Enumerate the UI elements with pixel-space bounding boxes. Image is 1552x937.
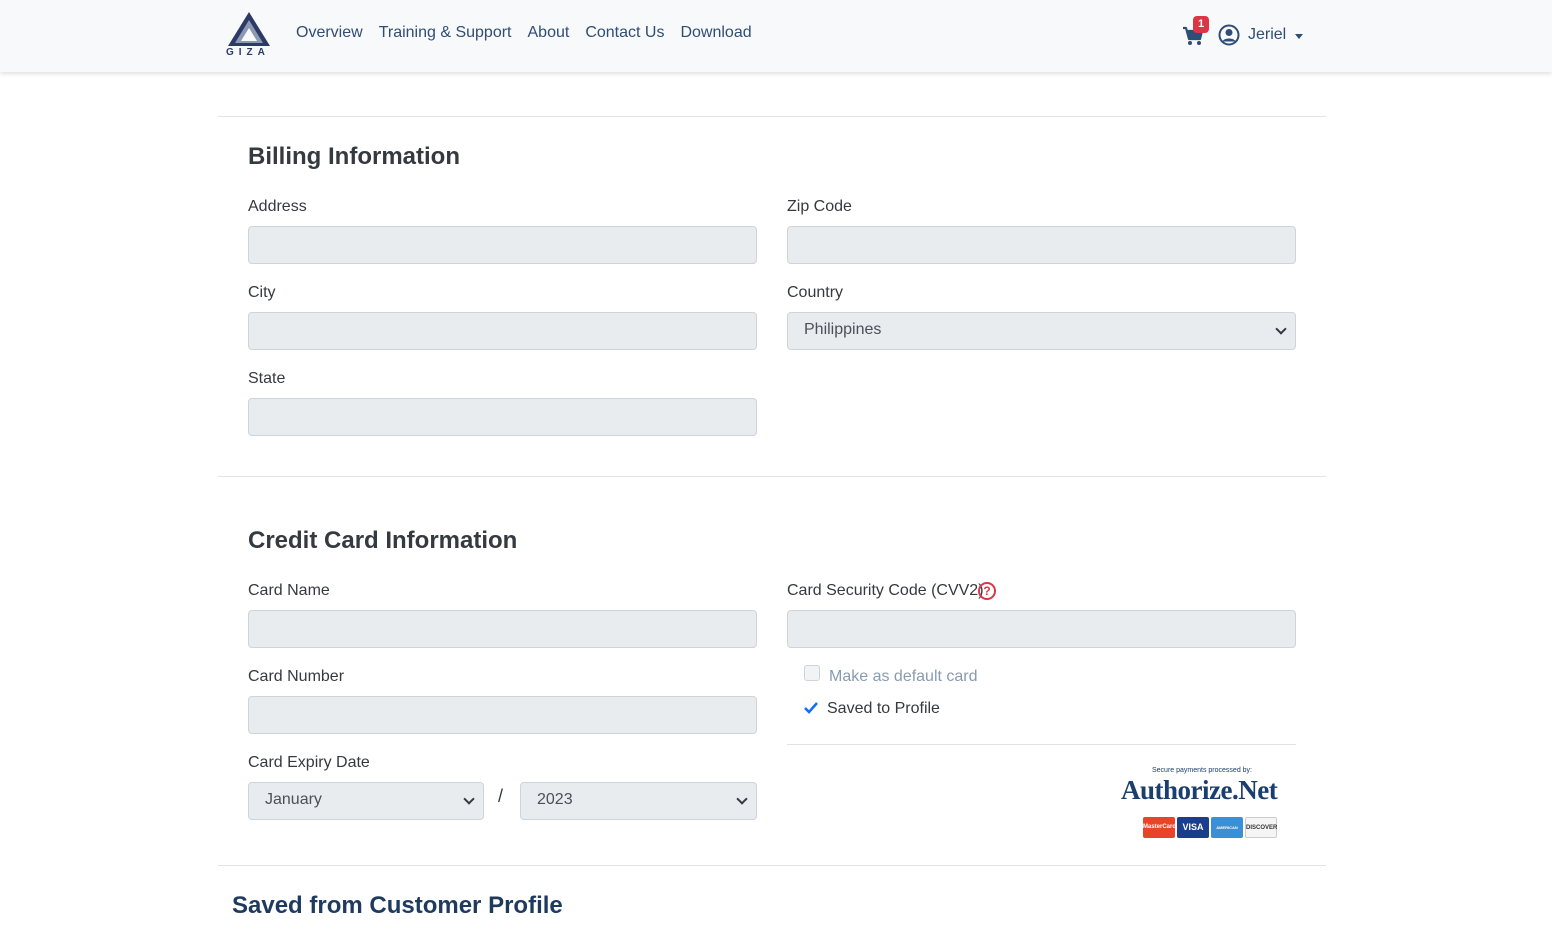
cart-count-badge: 1 xyxy=(1193,16,1210,33)
nav-training-support[interactable]: Training & Support xyxy=(379,24,512,42)
address-label: Address xyxy=(248,198,307,215)
top-navbar: GIZA Overview Training & Support About C… xyxy=(0,0,1552,72)
state-label: State xyxy=(248,370,286,387)
chevron-down-icon xyxy=(463,793,475,805)
nav-about[interactable]: About xyxy=(528,24,570,42)
default-card-checkbox[interactable] xyxy=(804,665,820,681)
country-select-value: Philippines xyxy=(804,321,882,338)
saved-profile-title: Saved from Customer Profile xyxy=(232,892,563,919)
cvv-label: Card Security Code (CVV2) xyxy=(787,582,984,599)
authorize-net-tagline: Secure payments processed by: xyxy=(1152,767,1252,774)
expiry-month-value: January xyxy=(265,791,322,808)
nav-contact-us[interactable]: Contact Us xyxy=(585,24,664,42)
divider xyxy=(218,865,1326,866)
divider xyxy=(218,476,1326,477)
user-account-icon[interactable] xyxy=(1218,24,1240,46)
city-input[interactable] xyxy=(248,312,757,350)
logo-text: GIZA xyxy=(226,47,270,58)
default-card-label: Make as default card xyxy=(829,668,978,685)
authorize-net-logo[interactable]: Authorize.Net xyxy=(1121,775,1278,806)
city-label: City xyxy=(248,284,276,301)
divider xyxy=(787,744,1296,745)
billing-title: Billing Information xyxy=(248,143,460,170)
discover-icon: DISCOVER xyxy=(1245,817,1277,838)
expiry-month-select[interactable]: January xyxy=(248,782,484,820)
mastercard-icon: MasterCard xyxy=(1143,817,1176,838)
check-icon xyxy=(804,702,818,714)
nav-overview[interactable]: Overview xyxy=(296,24,363,42)
credit-card-title: Credit Card Information xyxy=(248,527,518,554)
card-logos: MasterCard VISA AMERICAN EXPRESS DISCOVE… xyxy=(1143,817,1277,851)
saved-to-profile-label: Saved to Profile xyxy=(827,700,940,717)
chevron-down-icon xyxy=(1275,323,1287,335)
zip-code-input[interactable] xyxy=(787,226,1296,264)
cvv-input[interactable] xyxy=(787,610,1296,648)
state-input[interactable] xyxy=(248,398,757,436)
amex-icon: AMERICAN EXPRESS xyxy=(1211,817,1243,851)
divider xyxy=(218,116,1326,117)
card-name-label: Card Name xyxy=(248,582,330,599)
card-name-input[interactable] xyxy=(248,610,757,648)
nav-download[interactable]: Download xyxy=(680,24,751,42)
country-select[interactable]: Philippines xyxy=(787,312,1296,350)
card-number-input[interactable] xyxy=(248,696,757,734)
user-menu-name[interactable]: Jeriel xyxy=(1248,26,1286,44)
expiry-separator: / xyxy=(498,786,504,806)
nav-links: Overview Training & Support About Contac… xyxy=(296,24,768,42)
card-number-label: Card Number xyxy=(248,668,345,685)
zip-code-label: Zip Code xyxy=(787,198,852,215)
card-expiry-label: Card Expiry Date xyxy=(248,754,370,771)
visa-icon: VISA xyxy=(1177,817,1209,838)
chevron-down-icon[interactable] xyxy=(1295,34,1303,39)
expiry-year-value: 2023 xyxy=(537,791,573,808)
help-icon[interactable]: ? xyxy=(978,582,996,600)
address-input[interactable] xyxy=(248,226,757,264)
expiry-year-select[interactable]: 2023 xyxy=(520,782,757,820)
chevron-down-icon xyxy=(736,793,748,805)
country-label: Country xyxy=(787,284,844,301)
